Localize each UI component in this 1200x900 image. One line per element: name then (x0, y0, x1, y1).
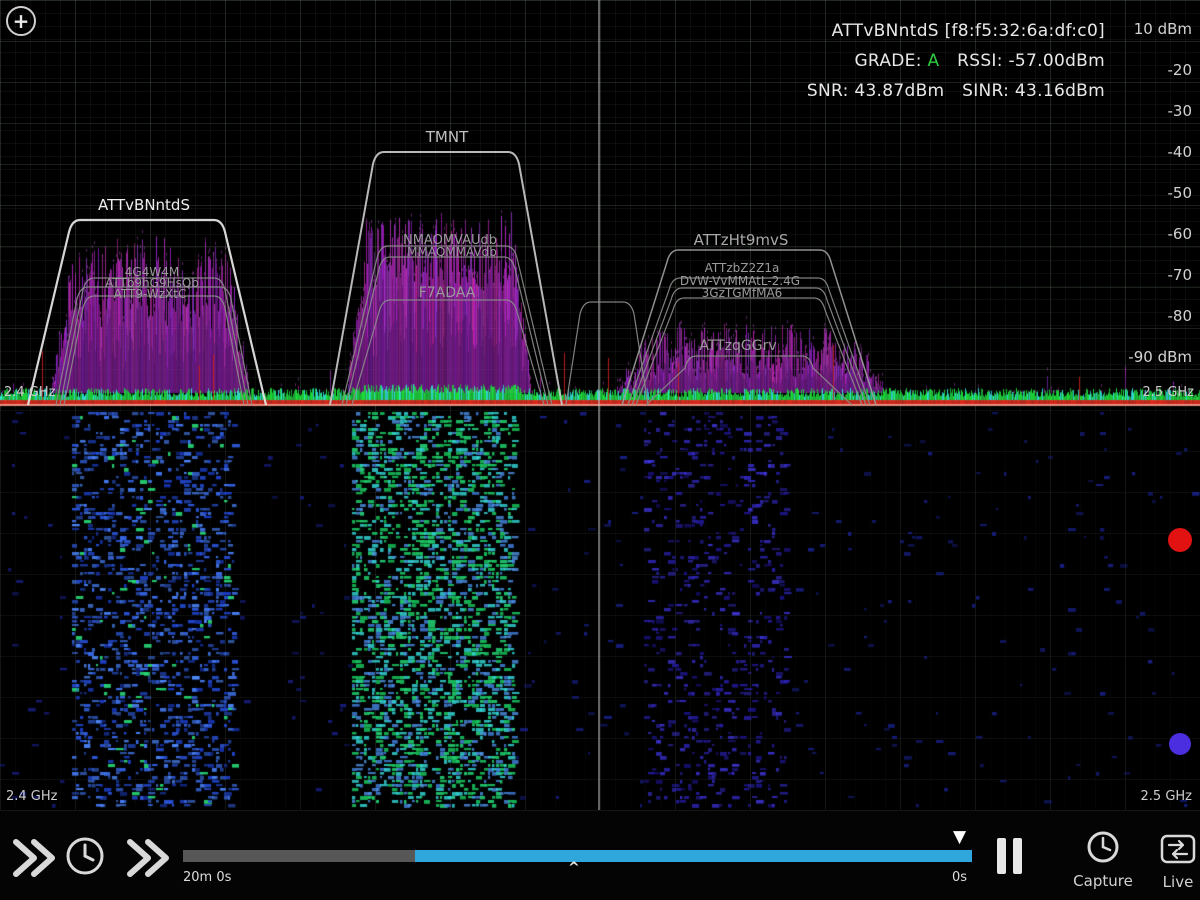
dbm-axis-label: -40 (1168, 143, 1193, 161)
spectrum-analyzer-app: 4G4W4MATTb9hG9HsQbATT9-WzXtCNMAOMVAUdbMM… (0, 0, 1200, 900)
live-button[interactable]: Live (1155, 833, 1200, 891)
live-button-label: Live (1155, 873, 1200, 891)
network-label: TMNT (425, 128, 469, 146)
network-info-panel: ATTvBNntdS [f8:f5:32:6a:df:c0] GRADE: A … (807, 16, 1105, 106)
network-label: ATTzbZ2Z1a (705, 261, 780, 275)
pause-button[interactable] (996, 837, 1024, 879)
spectrum-freq-left-label: 2.4 GHz (4, 385, 55, 400)
timeline-progress-fill[interactable] (415, 850, 972, 862)
network-overlay[interactable]: ATTzHt9mvS (622, 231, 876, 405)
waterfall-freq-left-label: 2.4 GHz (6, 789, 57, 804)
network-ssid-bssid: ATTvBNntdS [f8:f5:32:6a:df:c0] (807, 16, 1105, 46)
clock-icon (64, 835, 106, 877)
add-button[interactable]: + (6, 6, 36, 36)
red-marker-dot[interactable] (1168, 528, 1192, 552)
spectrum-panel[interactable]: 4G4W4MATTb9hG9HsQbATT9-WzXtCNMAOMVAUdbMM… (0, 0, 1200, 410)
grade-rssi-line: GRADE: A RSSI: -57.00dBm (807, 46, 1105, 76)
end-time-label: 0s (952, 870, 967, 885)
live-icon (1158, 833, 1198, 865)
grade-value: A (927, 51, 939, 71)
blue-marker-dot[interactable] (1169, 733, 1191, 755)
dbm-axis-label: -80 (1168, 307, 1193, 325)
dbm-axis-label: -20 (1168, 61, 1193, 79)
network-overlay[interactable]: F7ADAA (352, 285, 544, 405)
network-label: ATTzHt9mvS (694, 231, 789, 249)
capture-clock-icon (1085, 829, 1121, 865)
plus-icon: + (13, 9, 30, 33)
dbm-axis-label: -50 (1168, 184, 1193, 202)
waterfall-freq-right-label: 2.5 GHz (1141, 789, 1192, 804)
timeline-center-marker: ^ (568, 860, 580, 876)
sinr-label: SINR: (962, 81, 1009, 101)
dbm-axis: 10 dBm -20 -30 -40 -50 -60 -70 -80 -90 dBm (1100, 0, 1200, 410)
network-label: 3GzTGMfMA6 (702, 286, 783, 300)
network-channel-shape (352, 300, 544, 405)
network-label: ATTzqGGrv (699, 338, 776, 354)
center-frequency-line (598, 410, 600, 810)
network-overlay[interactable] (566, 302, 648, 405)
fast-forward-button-1[interactable] (10, 836, 56, 884)
time-window-button[interactable] (64, 835, 106, 881)
network-label: ATTvBNntdS (98, 196, 190, 214)
network-label: ATT9-WzXtC (114, 287, 187, 301)
waterfall-panel[interactable]: 2.4 GHz 2.5 GHz (0, 410, 1200, 810)
network-label: MMAQMMAVdb (407, 245, 497, 259)
dbm-axis-label: -60 (1168, 225, 1193, 243)
network-channel-shape (646, 356, 852, 405)
rssi-value: -57.00dBm (1008, 51, 1105, 71)
snr-value: 43.87dBm (854, 81, 944, 101)
snr-label: SNR: (807, 81, 849, 101)
capture-button-label: Capture (1063, 872, 1143, 890)
network-overlay[interactable]: ATT9-WzXtC (64, 287, 244, 405)
pause-icon (996, 837, 1024, 875)
network-channel-shape (28, 220, 266, 405)
network-overlay[interactable]: MMAQMMAVdb (346, 245, 548, 405)
elapsed-time-label: 20m 0s (183, 870, 231, 885)
network-channel-shape (56, 287, 252, 405)
network-channel-shape (566, 302, 648, 405)
double-chevron-icon (124, 836, 170, 880)
grade-label: GRADE: (854, 51, 921, 71)
dbm-axis-label: 10 dBm (1134, 20, 1192, 38)
rssi-label: RSSI: (957, 51, 1003, 71)
spectrum-freq-right-label: 2.5 GHz (1143, 385, 1194, 400)
fast-forward-button-2[interactable] (124, 836, 170, 884)
capture-button[interactable]: Capture (1063, 829, 1143, 890)
snr-sinr-line: SNR: 43.87dBm SINR: 43.16dBm (807, 76, 1105, 106)
network-overlay[interactable]: TMNT (330, 128, 562, 405)
double-chevron-icon (10, 836, 56, 880)
network-channel-shape (330, 152, 562, 405)
network-channel-shape (64, 296, 244, 405)
dbm-axis-label: -90 dBm (1128, 348, 1192, 366)
sinr-value: 43.16dBm (1015, 81, 1105, 101)
waterfall-canvas (0, 410, 1200, 810)
dbm-axis-label: -70 (1168, 266, 1193, 284)
network-overlay[interactable]: ATTzqGGrv (646, 338, 852, 405)
playhead-marker[interactable]: ▼ (953, 827, 966, 847)
network-channel-shape (346, 257, 548, 405)
playback-controls: ▼ ^ 20m 0s 0s Capture Live (0, 810, 1200, 900)
dbm-axis-label: -30 (1168, 102, 1193, 120)
network-label: F7ADAA (419, 285, 476, 301)
